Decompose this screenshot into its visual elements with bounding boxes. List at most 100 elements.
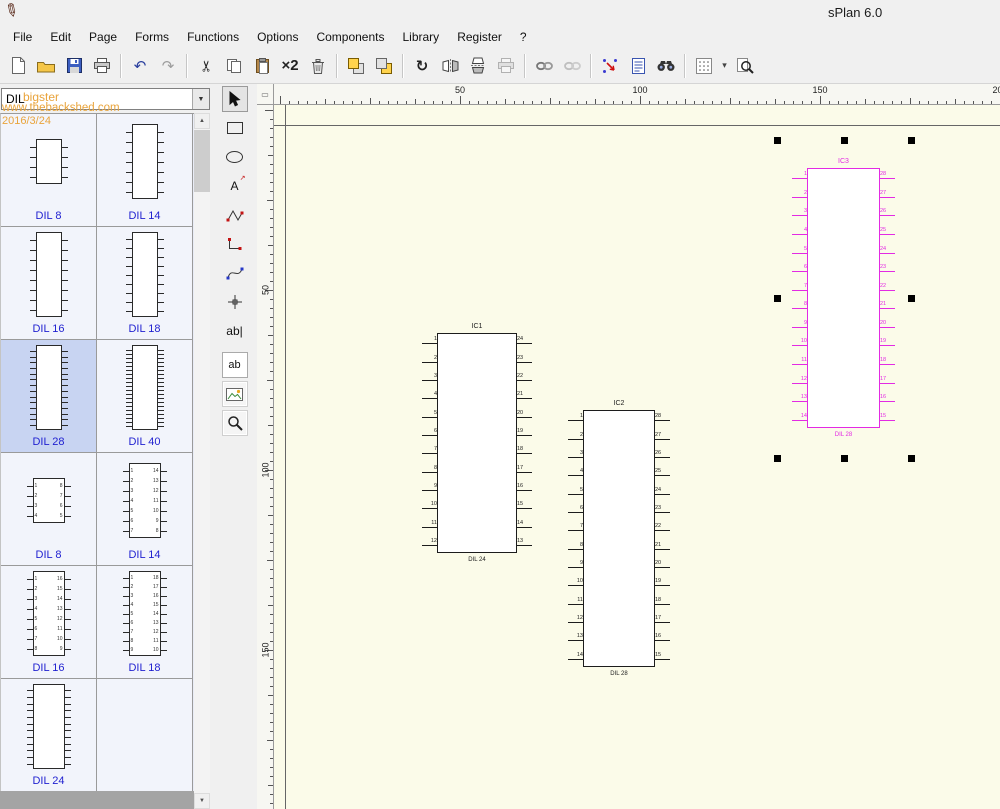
paste-button[interactable]	[248, 52, 276, 80]
textbox-tool[interactable]: ab	[222, 352, 248, 378]
library-scrollbar[interactable]: ▲ ▼	[194, 113, 210, 809]
pin-number: 4	[795, 227, 807, 233]
pin-number: 2	[795, 190, 807, 196]
menu-item-page[interactable]: Page	[80, 27, 126, 47]
library-item-dil-14[interactable]: 1142133124115106978DIL 14	[97, 453, 193, 566]
library-item-dil-8[interactable]: 18273645DIL 8	[1, 453, 97, 566]
component-pin	[655, 420, 670, 421]
library-item-dil-28[interactable]: DIL 28	[1, 340, 97, 453]
ungroup-icon	[564, 60, 581, 72]
mini-ic-body: 118217316415514613712811910	[129, 571, 161, 656]
library-item-dil-40[interactable]: DIL 40	[97, 340, 193, 453]
mini-pin	[30, 260, 37, 261]
delete-button[interactable]	[304, 52, 332, 80]
menu-item-file[interactable]: File	[4, 27, 41, 47]
library-item-dil-18[interactable]: 118217316415514613712811910DIL 18	[97, 566, 193, 679]
library-item-dil-8[interactable]: DIL 8	[1, 114, 97, 227]
pin-number: 14	[795, 413, 807, 419]
title-bar: ✎ sPlan 6.0	[0, 0, 1000, 25]
scrollbar-thumb[interactable]	[194, 130, 210, 192]
selection-handle[interactable]	[841, 137, 848, 144]
angle-tool[interactable]	[222, 231, 248, 257]
schematic-component-ic2[interactable]: IC2DIL 281282273264255246237228219201019…	[583, 410, 655, 667]
library-item-dil-16[interactable]: DIL 16	[1, 227, 97, 340]
group-button[interactable]	[530, 52, 558, 80]
schematic-component-ic1[interactable]: IC1DIL 241242233224215206197188179161015…	[437, 333, 517, 553]
component-pin	[422, 453, 437, 454]
menu-item-forms[interactable]: Forms	[126, 27, 178, 47]
mini-pin-number: 3	[131, 594, 134, 599]
library-category-combo[interactable]: DIL ▼	[1, 88, 210, 110]
ruler-tick	[415, 99, 416, 104]
zoom-page-button[interactable]	[731, 52, 759, 80]
combo-dropdown-icon[interactable]: ▼	[192, 89, 209, 109]
polyline-tool-icon	[226, 208, 244, 222]
ungroup-button[interactable]	[558, 52, 586, 80]
library-item-dil-18[interactable]: DIL 18	[97, 227, 193, 340]
new-document-button[interactable]	[4, 52, 32, 80]
ruler-tick	[487, 101, 488, 104]
snap-point-button[interactable]	[596, 52, 624, 80]
copy-button[interactable]	[220, 52, 248, 80]
selection-handle[interactable]	[908, 137, 915, 144]
mini-pin	[157, 172, 164, 173]
library-item-dil-16[interactable]: 11621531441351261171089DIL 16	[1, 566, 97, 679]
menu-item-components[interactable]: Components	[307, 27, 393, 47]
mirror-horizontal-button[interactable]	[436, 52, 464, 80]
mini-pin	[61, 397, 68, 398]
library-item-dil-14[interactable]: DIL 14	[97, 114, 193, 227]
selection-handle[interactable]	[774, 137, 781, 144]
selection-handle[interactable]	[841, 455, 848, 462]
rotate-button[interactable]: ↻	[408, 52, 436, 80]
selection-handle[interactable]	[774, 295, 781, 302]
special-shape-tool[interactable]: A↗	[222, 173, 248, 199]
dimension-tool[interactable]	[222, 289, 248, 315]
menu-item-edit[interactable]: Edit	[41, 27, 80, 47]
ellipse-tool[interactable]	[222, 144, 248, 170]
mini-pin	[61, 402, 68, 403]
ruler-tick	[270, 713, 273, 714]
rectangle-tool[interactable]	[222, 115, 248, 141]
menu-item-library[interactable]: Library	[394, 27, 449, 47]
pin-number: 25	[880, 227, 892, 233]
mirror-vertical-button[interactable]	[464, 52, 492, 80]
menu-item-options[interactable]: Options	[248, 27, 307, 47]
library-item-dil-24[interactable]: DIL 24	[1, 679, 97, 791]
open-file-button[interactable]	[32, 52, 60, 80]
component-list-button[interactable]	[624, 52, 652, 80]
cut-button[interactable]: ✂	[192, 52, 220, 80]
bezier-tool[interactable]	[222, 260, 248, 286]
menu-item-functions[interactable]: Functions	[178, 27, 248, 47]
mini-pin	[126, 132, 133, 133]
toolbar-separator	[120, 54, 122, 78]
menu-item-help[interactable]: ?	[511, 27, 536, 47]
schematic-component-ic3[interactable]: IC3DIL 281282273264255246237228219201019…	[807, 168, 880, 428]
polyline-tool[interactable]	[222, 202, 248, 228]
duplicate-button[interactable]: ×2	[276, 52, 304, 80]
text-tool[interactable]: ab|	[222, 318, 248, 344]
mini-pin	[61, 157, 68, 158]
center-on-page-button[interactable]	[492, 52, 520, 80]
drawing-canvas[interactable]: IC1DIL 241242233224215206197188179161015…	[274, 105, 1000, 809]
scrollbar-down-button[interactable]: ▼	[194, 793, 210, 809]
save-file-button[interactable]	[60, 52, 88, 80]
image-tool[interactable]	[222, 381, 248, 407]
pointer-tool[interactable]	[222, 86, 248, 112]
selection-handle[interactable]	[908, 295, 915, 302]
selection-handle[interactable]	[908, 455, 915, 462]
grid-dropdown-button[interactable]: ▾	[718, 52, 731, 80]
scrollbar-up-button[interactable]: ▲	[194, 113, 210, 129]
mini-ic-body	[36, 232, 62, 317]
send-to-back-button[interactable]	[370, 52, 398, 80]
undo-button[interactable]: ↶	[126, 52, 154, 80]
find-button[interactable]	[652, 52, 680, 80]
selection-handle[interactable]	[774, 455, 781, 462]
mini-pin	[27, 649, 34, 650]
grid-settings-button[interactable]	[690, 52, 718, 80]
bring-to-front-button[interactable]	[342, 52, 370, 80]
redo-button[interactable]: ↷	[154, 52, 182, 80]
print-button[interactable]	[88, 52, 116, 80]
zoom-tool[interactable]	[222, 410, 248, 436]
ruler-tick	[270, 677, 273, 678]
menu-item-register[interactable]: Register	[448, 27, 511, 47]
